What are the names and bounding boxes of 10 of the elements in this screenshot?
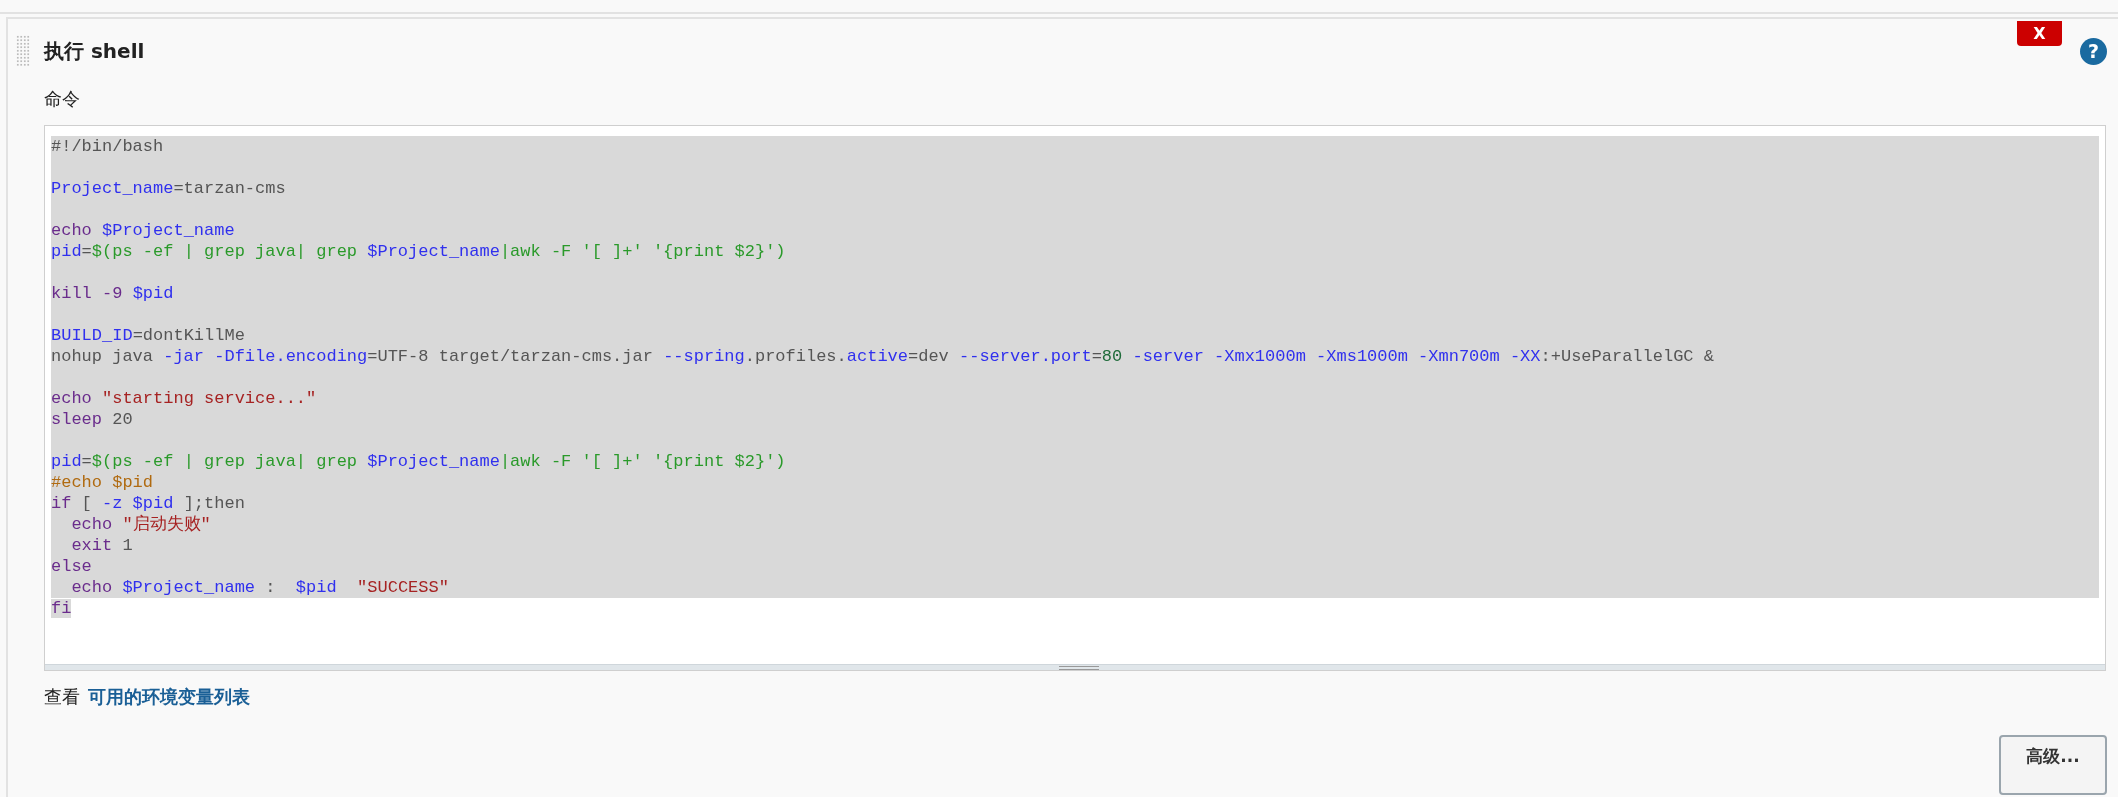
help-icon[interactable]: ?: [2080, 37, 2107, 65]
field-label: 命令: [44, 87, 81, 111]
env-variables-link[interactable]: 可用的环境变量列表: [88, 685, 250, 709]
advanced-button[interactable]: 高级...: [1999, 735, 2107, 795]
hint-text: 查看: [44, 685, 80, 709]
resize-handle-icon[interactable]: [45, 664, 2105, 670]
drag-handle-icon[interactable]: [16, 35, 30, 67]
code-editor[interactable]: [44, 125, 2106, 671]
delete-button[interactable]: X: [2017, 21, 2062, 46]
step-title: 执行 shell: [44, 37, 146, 65]
